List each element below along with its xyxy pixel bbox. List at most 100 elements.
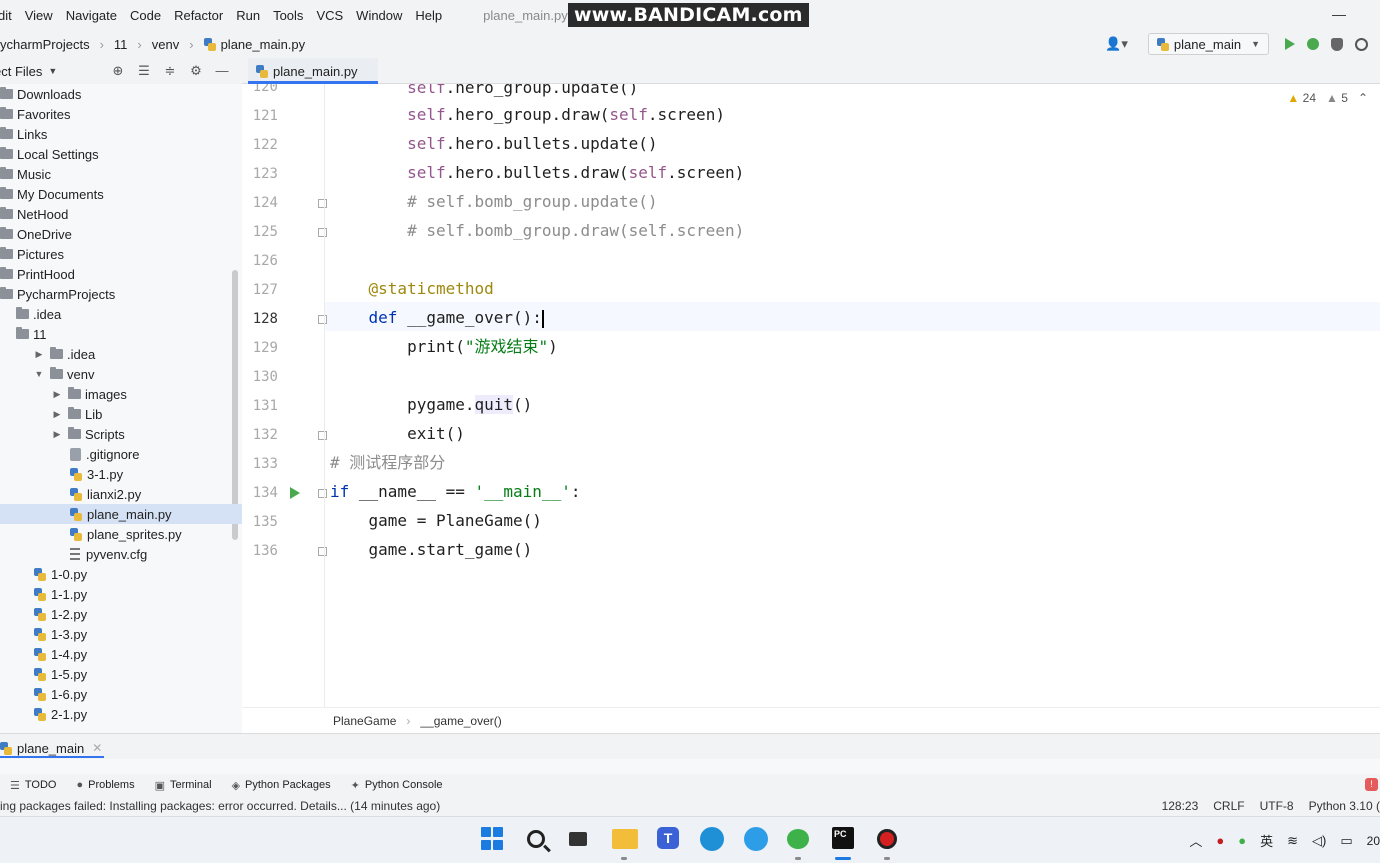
fold-marker-icon[interactable] [318, 315, 327, 324]
python-console-button[interactable]: ✦ Python Console [351, 779, 443, 792]
clock[interactable]: 20 [1367, 834, 1380, 848]
bandicam-icon[interactable] [877, 829, 897, 849]
profile-icon[interactable] [1355, 37, 1368, 51]
menu-refactor[interactable]: Refactor [174, 8, 223, 23]
menu-window[interactable]: Window [356, 8, 402, 23]
tree-item[interactable]: 1-3.py [0, 624, 242, 644]
tree-item[interactable]: plane_sprites.py [0, 524, 242, 544]
search-icon[interactable] [527, 830, 545, 848]
crumb-project[interactable]: ycharmProjects [0, 37, 90, 52]
tree-item[interactable]: Downloads [0, 84, 242, 104]
menu-vcs[interactable]: VCS [316, 8, 343, 23]
tree-item[interactable]: ▶ Scripts [0, 424, 242, 444]
inspection-widget[interactable]: ▲ 24 ▲ 5 ⌃ [1287, 91, 1368, 105]
hide-icon[interactable]: — [214, 63, 230, 79]
event-log-error-icon[interactable]: ! [1365, 778, 1378, 791]
windows-start-icon[interactable] [481, 827, 505, 851]
project-view-select[interactable]: ect Files [0, 64, 42, 79]
fold-marker-icon[interactable] [318, 489, 327, 498]
breadcrumb-method[interactable]: __game_over() [420, 714, 501, 728]
tree-item[interactable]: Local Settings [0, 144, 242, 164]
tree-item[interactable]: PrintHood [0, 264, 242, 284]
breadcrumb-class[interactable]: PlaneGame [333, 714, 396, 728]
terminal-button[interactable]: ▣ Terminal [155, 779, 212, 792]
record-icon[interactable]: ● [1216, 833, 1224, 848]
line-separator[interactable]: CRLF [1213, 799, 1244, 813]
fold-marker-icon[interactable] [318, 547, 327, 556]
menu-tools[interactable]: Tools [273, 8, 303, 23]
tree-item[interactable]: 3-1.py [0, 464, 242, 484]
minimize-icon[interactable]: — [1332, 6, 1346, 22]
volume-icon[interactable]: ◁) [1312, 833, 1326, 849]
crumb-venv[interactable]: venv [152, 37, 179, 52]
tree-item[interactable]: ▼ venv [0, 364, 242, 384]
crumb-file[interactable]: plane_main.py [221, 37, 306, 52]
tree-item[interactable]: OneDrive [0, 224, 242, 244]
tree-item[interactable]: 1-0.py [0, 564, 242, 584]
tree-item[interactable]: 1-5.py [0, 664, 242, 684]
tree-item[interactable]: plane_main.py [0, 504, 242, 524]
tree-item[interactable]: PycharmProjects [0, 284, 242, 304]
close-icon[interactable]: ✕ [92, 741, 102, 755]
run-gutter-icon[interactable] [290, 487, 300, 499]
menu-run[interactable]: Run [236, 8, 260, 23]
chevron-down-icon[interactable]: ▼ [34, 369, 44, 379]
wechat-icon[interactable] [787, 829, 809, 849]
tree-item[interactable]: 1-4.py [0, 644, 242, 664]
fold-marker-icon[interactable] [318, 199, 327, 208]
menu-view[interactable]: View [25, 8, 53, 23]
locate-icon[interactable]: ⊕ [110, 63, 126, 79]
tree-item[interactable]: 1-2.py [0, 604, 242, 624]
collapse-all-icon[interactable]: ≑ [162, 63, 178, 79]
chevron-right-icon[interactable]: ▶ [34, 349, 44, 360]
tree-item[interactable]: ▶ .idea [0, 344, 242, 364]
python-interpreter[interactable]: Python 3.10 ( [1309, 799, 1380, 813]
menu-help[interactable]: Help [415, 8, 442, 23]
tree-item[interactable]: 11 [0, 324, 242, 344]
user-icon[interactable]: 👤▾ [1105, 36, 1128, 52]
pycharm-icon[interactable]: PC [832, 827, 854, 849]
tree-item[interactable]: 2-1.py [0, 704, 242, 724]
tree-item[interactable]: Links [0, 124, 242, 144]
caret-position[interactable]: 128:23 [1162, 799, 1199, 813]
crumb-11[interactable]: 11 [114, 37, 128, 52]
tree-item[interactable]: pyvenv.cfg [0, 544, 242, 564]
chevron-right-icon[interactable]: ▶ [52, 429, 62, 440]
tree-item[interactable]: NetHood [0, 204, 242, 224]
status-message[interactable]: ing packages failed: Installing packages… [0, 799, 440, 813]
tree-item[interactable]: Favorites [0, 104, 242, 124]
tree-item[interactable]: My Documents [0, 184, 242, 204]
browser-icon[interactable] [744, 827, 768, 851]
chevron-right-icon[interactable]: ▶ [52, 389, 62, 400]
todo-button[interactable]: ☰ TODO [10, 779, 56, 792]
coverage-icon[interactable] [1331, 37, 1343, 51]
wifi-icon[interactable]: ≋ [1287, 833, 1298, 849]
chevron-down-icon[interactable]: ▼ [48, 66, 57, 76]
file-explorer-icon[interactable] [612, 829, 638, 849]
task-view-icon[interactable] [569, 832, 587, 846]
file-encoding[interactable]: UTF-8 [1260, 799, 1294, 813]
edge-icon[interactable] [700, 827, 724, 851]
menu-code[interactable]: Code [130, 8, 161, 23]
chevron-up-icon[interactable]: ︿ [1189, 831, 1202, 850]
tree-item[interactable]: Pictures [0, 244, 242, 264]
debug-icon[interactable] [1307, 38, 1319, 50]
python-packages-button[interactable]: ◈ Python Packages [232, 779, 331, 792]
menu-navigate[interactable]: Navigate [66, 8, 117, 23]
battery-icon[interactable]: ▭ [1340, 833, 1352, 849]
code-editor[interactable]: 120 121 122 123 124 125 126 127 128 129 130 131 132 1… [242, 84, 1380, 707]
tree-item[interactable]: Music [0, 164, 242, 184]
wechat-tray-icon[interactable]: ● [1238, 833, 1246, 848]
tree-item[interactable]: 1-6.py [0, 684, 242, 704]
tree-item[interactable]: lianxi2.py [0, 484, 242, 504]
run-configuration-select[interactable]: plane_main ▼ [1147, 33, 1269, 55]
fold-marker-icon[interactable] [318, 431, 327, 440]
gear-icon[interactable]: ⚙ [188, 63, 204, 79]
tree-item[interactable]: 1-1.py [0, 584, 242, 604]
expand-all-icon[interactable]: ☰ [136, 63, 152, 79]
menu-edit[interactable]: dit [0, 8, 12, 23]
teams-icon[interactable]: T [657, 827, 679, 849]
tree-item[interactable]: ▶ Lib [0, 404, 242, 424]
input-language[interactable]: 英 [1260, 831, 1273, 850]
tree-item[interactable]: .gitignore [0, 444, 242, 464]
